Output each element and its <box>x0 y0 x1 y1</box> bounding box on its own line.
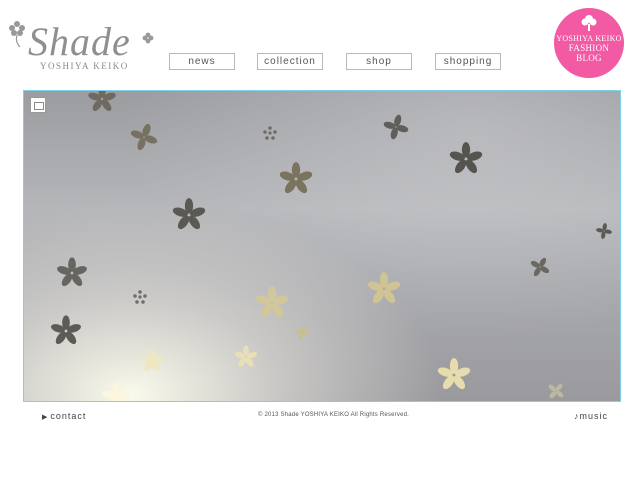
nav-collection[interactable]: collection <box>257 53 323 70</box>
contact-link[interactable]: ▶ contact <box>42 411 86 421</box>
contact-label: contact <box>50 411 87 421</box>
badge-line-3: BLOG <box>576 53 602 63</box>
badge-line-1: YOSHIYA KEIKO <box>556 34 622 43</box>
nav-news[interactable]: news <box>169 53 235 70</box>
flower-icon <box>9 21 25 48</box>
tree-icon <box>581 15 597 31</box>
flower-icon <box>142 32 154 44</box>
flower-motifs <box>49 91 614 401</box>
triangle-right-icon: ▶ <box>42 414 49 421</box>
music-toggle[interactable]: ♪music <box>574 411 608 421</box>
nav-shop[interactable]: shop <box>346 53 412 70</box>
fashion-blog-badge[interactable]: YOSHIYA KEIKO FASHION BLOG <box>554 8 624 78</box>
music-label: music <box>579 411 609 421</box>
image-thumbnail-icon[interactable] <box>30 97 46 113</box>
logo-wordmark: Shade <box>28 19 131 64</box>
fabric-flower-pattern <box>49 91 614 401</box>
site-logo[interactable]: Shade YOSHIYA KEIKO <box>6 14 156 74</box>
copyright-text: © 2013 Shade YOSHIYA KEIKO All Rights Re… <box>258 412 410 418</box>
badge-line-2: FASHION <box>568 43 610 53</box>
logo-subtitle: YOSHIYA KEIKO <box>40 61 129 71</box>
main-photo <box>23 90 621 402</box>
nav-shopping[interactable]: shopping <box>435 53 501 70</box>
